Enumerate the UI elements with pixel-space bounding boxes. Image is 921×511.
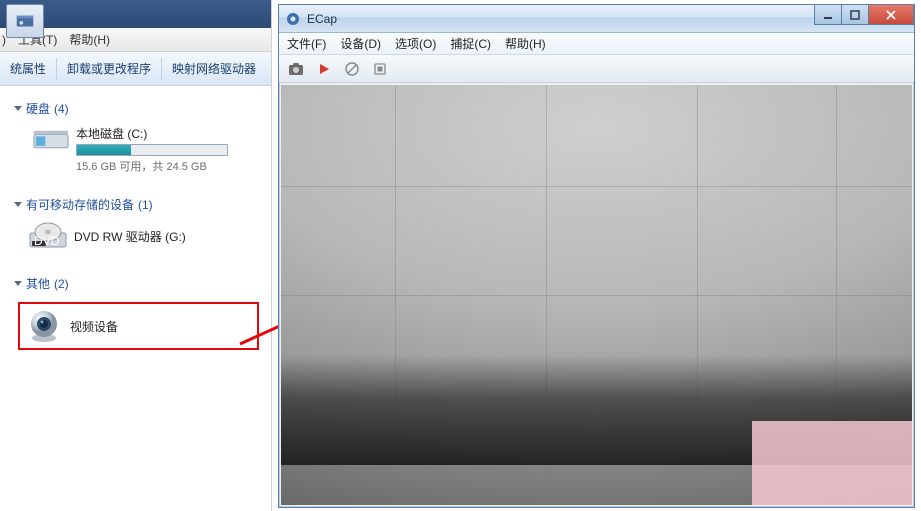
video-device-item[interactable]: 视频设备 (18, 302, 259, 350)
window-buttons (815, 5, 914, 25)
minimize-button[interactable] (814, 5, 842, 25)
drive-name: 本地磁盘 (C:) (76, 125, 263, 142)
section-count: (1) (138, 198, 153, 212)
section-count: (2) (54, 277, 69, 291)
capacity-fill (77, 145, 131, 155)
toolbar-uninstall[interactable]: 卸载或更改程序 (57, 52, 161, 85)
menu-device[interactable]: 设备(D) (340, 35, 381, 52)
explorer-title-icon (6, 4, 44, 38)
section-removable[interactable]: 有可移动存储的设备 (1) (14, 196, 263, 213)
toolbar-system-properties[interactable]: 统属性 (0, 52, 56, 85)
collapse-icon (14, 202, 22, 207)
dvd-item[interactable]: DVD DVD RW 驱动器 (G:) (28, 221, 263, 251)
section-other[interactable]: 其他 (2) (14, 275, 263, 292)
dvd-label: DVD RW 驱动器 (G:) (74, 228, 186, 245)
ecap-menu-bar: 文件(F) 设备(D) 选项(O) 捕捉(C) 帮助(H) (279, 33, 914, 55)
ecap-window: ECap 文件(F) 设备(D) 选项(O) 捕捉(C) 帮助(H) (278, 4, 915, 508)
toolbar-map-drive[interactable]: 映射网络驱动器 (162, 52, 266, 85)
dvd-icon: DVD (28, 221, 68, 251)
video-preview (281, 85, 912, 505)
menu-options[interactable]: 选项(O) (395, 35, 436, 52)
section-hdd[interactable]: 硬盘 (4) (14, 100, 263, 117)
collapse-icon (14, 106, 22, 111)
menu-help[interactable]: 帮助(H) (505, 35, 546, 52)
capacity-text: 15.6 GB 可用，共 24.5 GB (76, 158, 263, 174)
ecap-titlebar[interactable]: ECap (279, 5, 914, 33)
section-count: (4) (54, 102, 69, 116)
svg-text:DVD: DVD (34, 234, 60, 248)
menu-item-help[interactable]: 帮助(H) (69, 31, 110, 48)
close-button[interactable] (868, 5, 914, 25)
ecap-toolbar (279, 55, 914, 83)
section-title: 其他 (26, 275, 50, 292)
snapshot-button[interactable] (287, 60, 305, 78)
webcam-icon (26, 308, 62, 344)
video-device-label: 视频设备 (70, 318, 118, 335)
hdd-icon (32, 125, 70, 153)
capacity-bar (76, 144, 228, 156)
settings-button[interactable] (371, 60, 389, 78)
explorer-toolbar: 统属性 卸载或更改程序 映射网络驱动器 (0, 52, 271, 86)
record-button[interactable] (315, 60, 333, 78)
section-title: 硬盘 (26, 100, 50, 117)
maximize-button[interactable] (841, 5, 869, 25)
stop-button[interactable] (343, 60, 361, 78)
menu-capture[interactable]: 捕捉(C) (450, 35, 491, 52)
drive-body: 本地磁盘 (C:) 15.6 GB 可用，共 24.5 GB (76, 125, 263, 174)
drive-item-c[interactable]: 本地磁盘 (C:) 15.6 GB 可用，共 24.5 GB (32, 125, 263, 174)
collapse-icon (14, 281, 22, 286)
explorer-header (0, 0, 271, 28)
menu-file[interactable]: 文件(F) (287, 35, 326, 52)
device-tree: 硬盘 (4) 本地磁盘 (C:) 15.6 GB 可用，共 24.5 GB 有可… (0, 86, 271, 350)
section-title: 有可移动存储的设备 (26, 196, 134, 213)
ecap-app-icon (285, 11, 301, 27)
watermark-block (752, 421, 912, 505)
ecap-title-text: ECap (307, 12, 337, 26)
explorer-window: ) 工具(T) 帮助(H) 统属性 卸载或更改程序 映射网络驱动器 硬盘 (4)… (0, 0, 272, 511)
